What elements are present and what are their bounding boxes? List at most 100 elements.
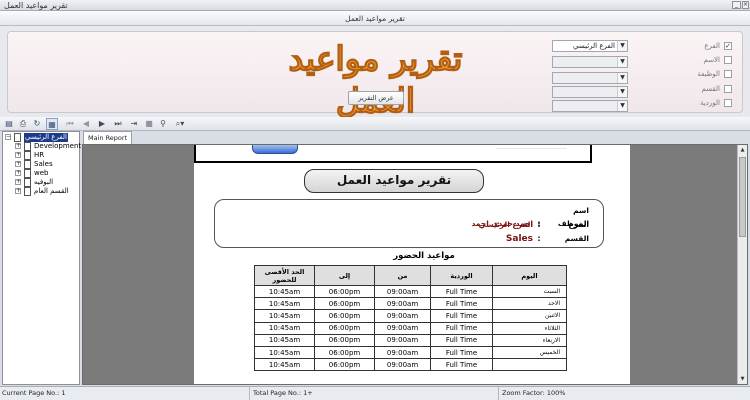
logo-image — [252, 145, 298, 154]
branch-combo-value: الفرع الرئيسي — [573, 42, 615, 50]
expand-icon[interactable]: + — [15, 188, 21, 194]
dept-label: القسم — [701, 85, 720, 93]
max-cell: 10:45am — [254, 358, 315, 372]
header-frame: ~~~~~~~~~~~~~~~~~~~~~~~~~~~~ — [194, 145, 592, 163]
toggle-tree-icon[interactable]: ▦ — [46, 118, 58, 130]
name-checkbox-row[interactable]: الاسم — [672, 54, 732, 66]
last-page-icon[interactable]: ⏭ — [112, 118, 124, 130]
from-cell: 09:00am — [374, 345, 431, 360]
column-header: الحد الأقصى للحضور — [254, 265, 315, 286]
day-cell: الثلاثاء — [492, 321, 567, 335]
schedule-table: الحد الأقصى للحضور إلى من الوردية اليوم … — [254, 265, 567, 372]
document-icon — [24, 142, 31, 151]
header-decoration: ~~~~~~~~~~~~~~~~~~~~~~~~~~~~ — [496, 146, 567, 150]
next-page-icon[interactable]: ▶ — [96, 118, 108, 130]
expand-icon[interactable]: + — [15, 170, 21, 176]
expand-icon[interactable]: + — [15, 143, 21, 149]
document-icon — [24, 151, 31, 160]
chevron-down-icon[interactable]: ▼ — [617, 57, 627, 67]
report-viewport[interactable]: ~~~~~~~~~~~~~~~~~~~~~~~~~~~~ تقرير مواعي… — [82, 144, 748, 385]
show-report-button[interactable]: عرض التقرير — [348, 91, 404, 105]
print-icon[interactable]: ⎙ — [17, 118, 29, 130]
max-cell: 10:45am — [254, 284, 315, 299]
vertical-scrollbar[interactable]: ▲ ▼ — [737, 145, 747, 384]
shift-cell: Full Time — [430, 309, 493, 323]
tab-main-report[interactable]: Main Report — [83, 131, 133, 144]
shift-cell: Full Time — [430, 345, 493, 360]
shift-combo[interactable]: ▼ — [552, 100, 628, 112]
dept-checkbox-row[interactable]: القسم — [672, 83, 732, 95]
dept-value: Sales — [505, 234, 533, 244]
expand-icon[interactable]: + — [15, 161, 21, 167]
from-cell: 09:00am — [374, 321, 431, 335]
collapse-icon[interactable]: − — [5, 134, 11, 140]
scroll-up-icon[interactable]: ▲ — [738, 145, 747, 155]
job-checkbox[interactable] — [724, 70, 732, 78]
tree-item-label: web — [34, 169, 49, 177]
name-combo[interactable]: ▼ — [552, 56, 628, 68]
goto-page-icon[interactable]: ⇥ — [128, 118, 140, 130]
to-cell: 06:00pm — [314, 345, 375, 360]
expand-icon[interactable]: + — [15, 179, 21, 185]
table-row: 10:45am 06:00pm 09:00am Full Time السبت — [254, 284, 567, 299]
job-label: الوظيفة — [697, 70, 720, 78]
chevron-down-icon[interactable]: ▼ — [617, 87, 627, 97]
chevron-down-icon[interactable]: ▼ — [617, 73, 627, 83]
viewer-toolbar: ▤ ⎙ ↻ ▦ ⏮ ◀ ▶ ⏭ ⇥ ■ ⚲ ⌕▾ — [0, 117, 750, 131]
max-cell: 10:45am — [254, 345, 315, 360]
max-cell: 10:45am — [254, 297, 315, 311]
scroll-thumb[interactable] — [739, 157, 746, 237]
shift-checkbox-row[interactable]: الوردية — [672, 97, 732, 109]
branch-checkbox-row[interactable]: ✓ الفرع — [672, 40, 732, 52]
expand-icon[interactable]: + — [15, 152, 21, 158]
max-cell: 10:45am — [254, 333, 315, 347]
filter-body: تقرير مواعيد العمل عرض التقرير الفرع الر… — [7, 31, 743, 121]
branch-checkbox[interactable]: ✓ — [724, 42, 732, 50]
current-page-status: Current Page No.: 1 — [0, 387, 250, 400]
table-row: 10:45am 06:00pm 09:00am Full Time الاحد — [254, 297, 567, 311]
tree-item-label: HR — [34, 151, 45, 159]
job-combo[interactable]: ▼ — [552, 72, 628, 84]
chevron-down-icon[interactable]: ▼ — [617, 41, 627, 51]
from-cell: 09:00am — [374, 284, 431, 299]
to-cell: 06:00pm — [314, 358, 375, 372]
tree-item-label: القسم العام — [34, 187, 69, 195]
document-icon — [24, 187, 31, 196]
shift-cell: Full Time — [430, 297, 493, 311]
dept-label: القسم — [564, 234, 589, 243]
status-bar: Current Page No.: 1 Total Page No.: 1+ Z… — [0, 386, 750, 400]
tree-item-label: البوفيه — [34, 178, 54, 186]
search-icon[interactable]: ⚲ — [157, 118, 169, 130]
export-icon[interactable]: ▤ — [3, 118, 15, 130]
name-checkbox[interactable] — [724, 56, 732, 64]
table-row: 10:45am 06:00pm 09:00am Full Time الثلاثاء — [254, 321, 567, 335]
prev-page-icon[interactable]: ◀ — [80, 118, 92, 130]
employee-info-box: اسم الموظف:احمد حمدي احمد الفرع: الفرع ال… — [214, 199, 604, 248]
dept-checkbox[interactable] — [724, 85, 732, 93]
branch-label: الفرع — [704, 42, 720, 50]
employee-row: اسم الموظف:احمد حمدي احمد — [389, 204, 589, 228]
shift-checkbox[interactable] — [724, 99, 732, 107]
zoom-icon[interactable]: ⌕▾ — [172, 118, 188, 130]
minimize-icon[interactable]: _ — [732, 1, 741, 9]
document-icon — [14, 133, 21, 142]
branch-row: الفرع: الفرع الرئيسي — [389, 218, 589, 231]
job-checkbox-row[interactable]: الوظيفة — [672, 68, 732, 80]
close-icon[interactable]: × — [742, 1, 749, 9]
branch-combo[interactable]: الفرع الرئيسي ▼ — [552, 40, 628, 52]
scroll-down-icon[interactable]: ▼ — [738, 374, 747, 384]
branch-label: الفرع — [568, 220, 589, 229]
first-page-icon[interactable]: ⏮ — [64, 118, 76, 130]
chevron-down-icon[interactable]: ▼ — [617, 101, 627, 111]
table-row: 10:45am 06:00pm 09:00am Full Time الخميس — [254, 345, 567, 360]
total-page-status: Total Page No.: 1+ — [251, 387, 499, 400]
dept-combo[interactable]: ▼ — [552, 86, 628, 98]
shift-cell: Full Time — [430, 284, 493, 299]
stop-icon[interactable]: ■ — [143, 118, 155, 130]
refresh-icon[interactable]: ↻ — [31, 118, 43, 130]
document-icon — [24, 160, 31, 169]
day-cell: السبت — [492, 284, 567, 299]
tree-item-label: Sales — [34, 160, 53, 168]
window-title: تقرير مواعيد العمل — [4, 1, 68, 10]
from-cell: 09:00am — [374, 333, 431, 347]
